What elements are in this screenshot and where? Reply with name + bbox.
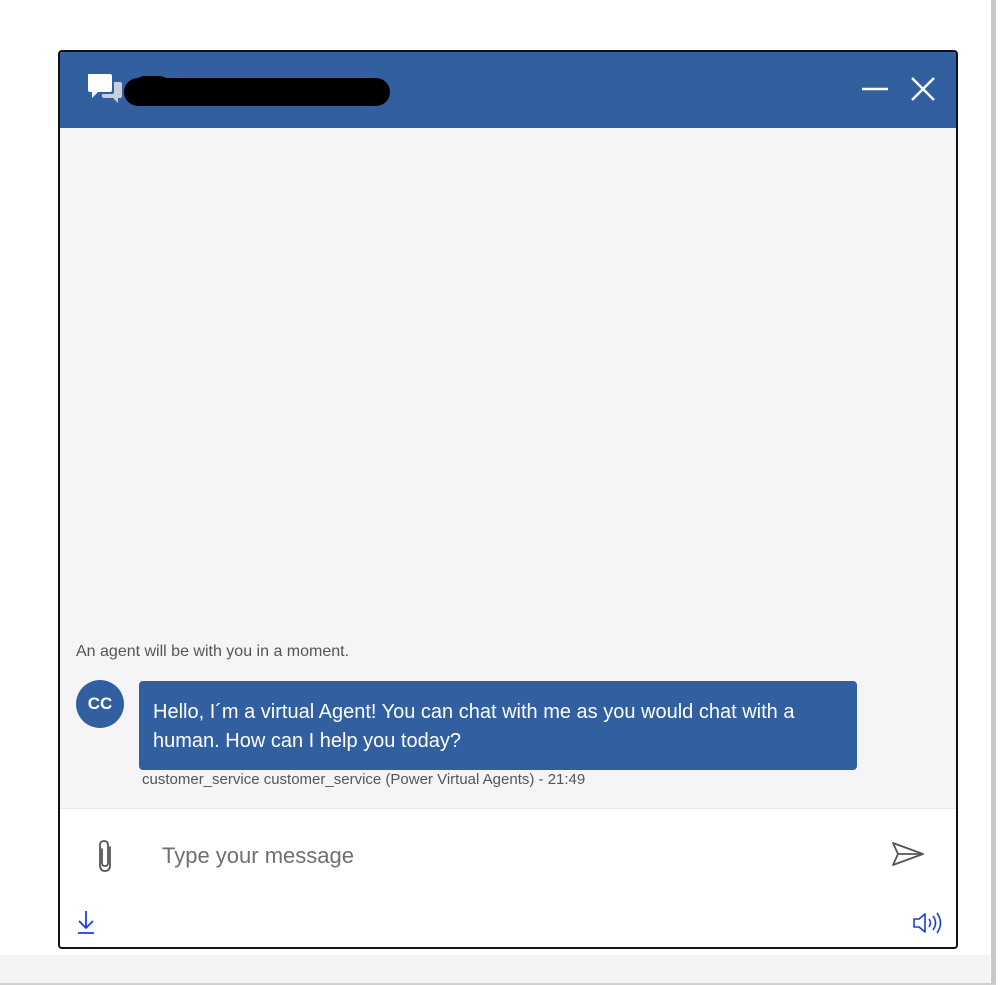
message-meta: customer_service customer_service (Power… bbox=[142, 771, 586, 788]
page: An agent will be with you in a moment. C… bbox=[0, 0, 1000, 985]
page-footer-band bbox=[0, 955, 990, 983]
chat-header bbox=[60, 52, 956, 128]
window-edge bbox=[991, 0, 996, 985]
minimize-button[interactable] bbox=[858, 72, 892, 106]
chat-widget: An agent will be with you in a moment. C… bbox=[58, 50, 958, 949]
system-note: An agent will be with you in a moment. bbox=[76, 643, 350, 660]
redacted-title bbox=[124, 76, 390, 106]
message-list[interactable]: An agent will be with you in a moment. C… bbox=[60, 128, 956, 808]
speaker-icon[interactable] bbox=[912, 911, 942, 935]
bot-avatar: CC bbox=[76, 680, 124, 728]
download-icon[interactable] bbox=[76, 909, 96, 935]
close-button[interactable] bbox=[906, 72, 940, 106]
message-input[interactable] bbox=[160, 835, 864, 877]
paperclip-icon[interactable] bbox=[92, 839, 120, 875]
composer bbox=[60, 808, 956, 947]
send-icon[interactable] bbox=[890, 839, 926, 869]
chat-bubbles-icon bbox=[88, 74, 122, 103]
bot-message-bubble: Hello, I´m a virtual Agent! You can chat… bbox=[139, 681, 857, 770]
